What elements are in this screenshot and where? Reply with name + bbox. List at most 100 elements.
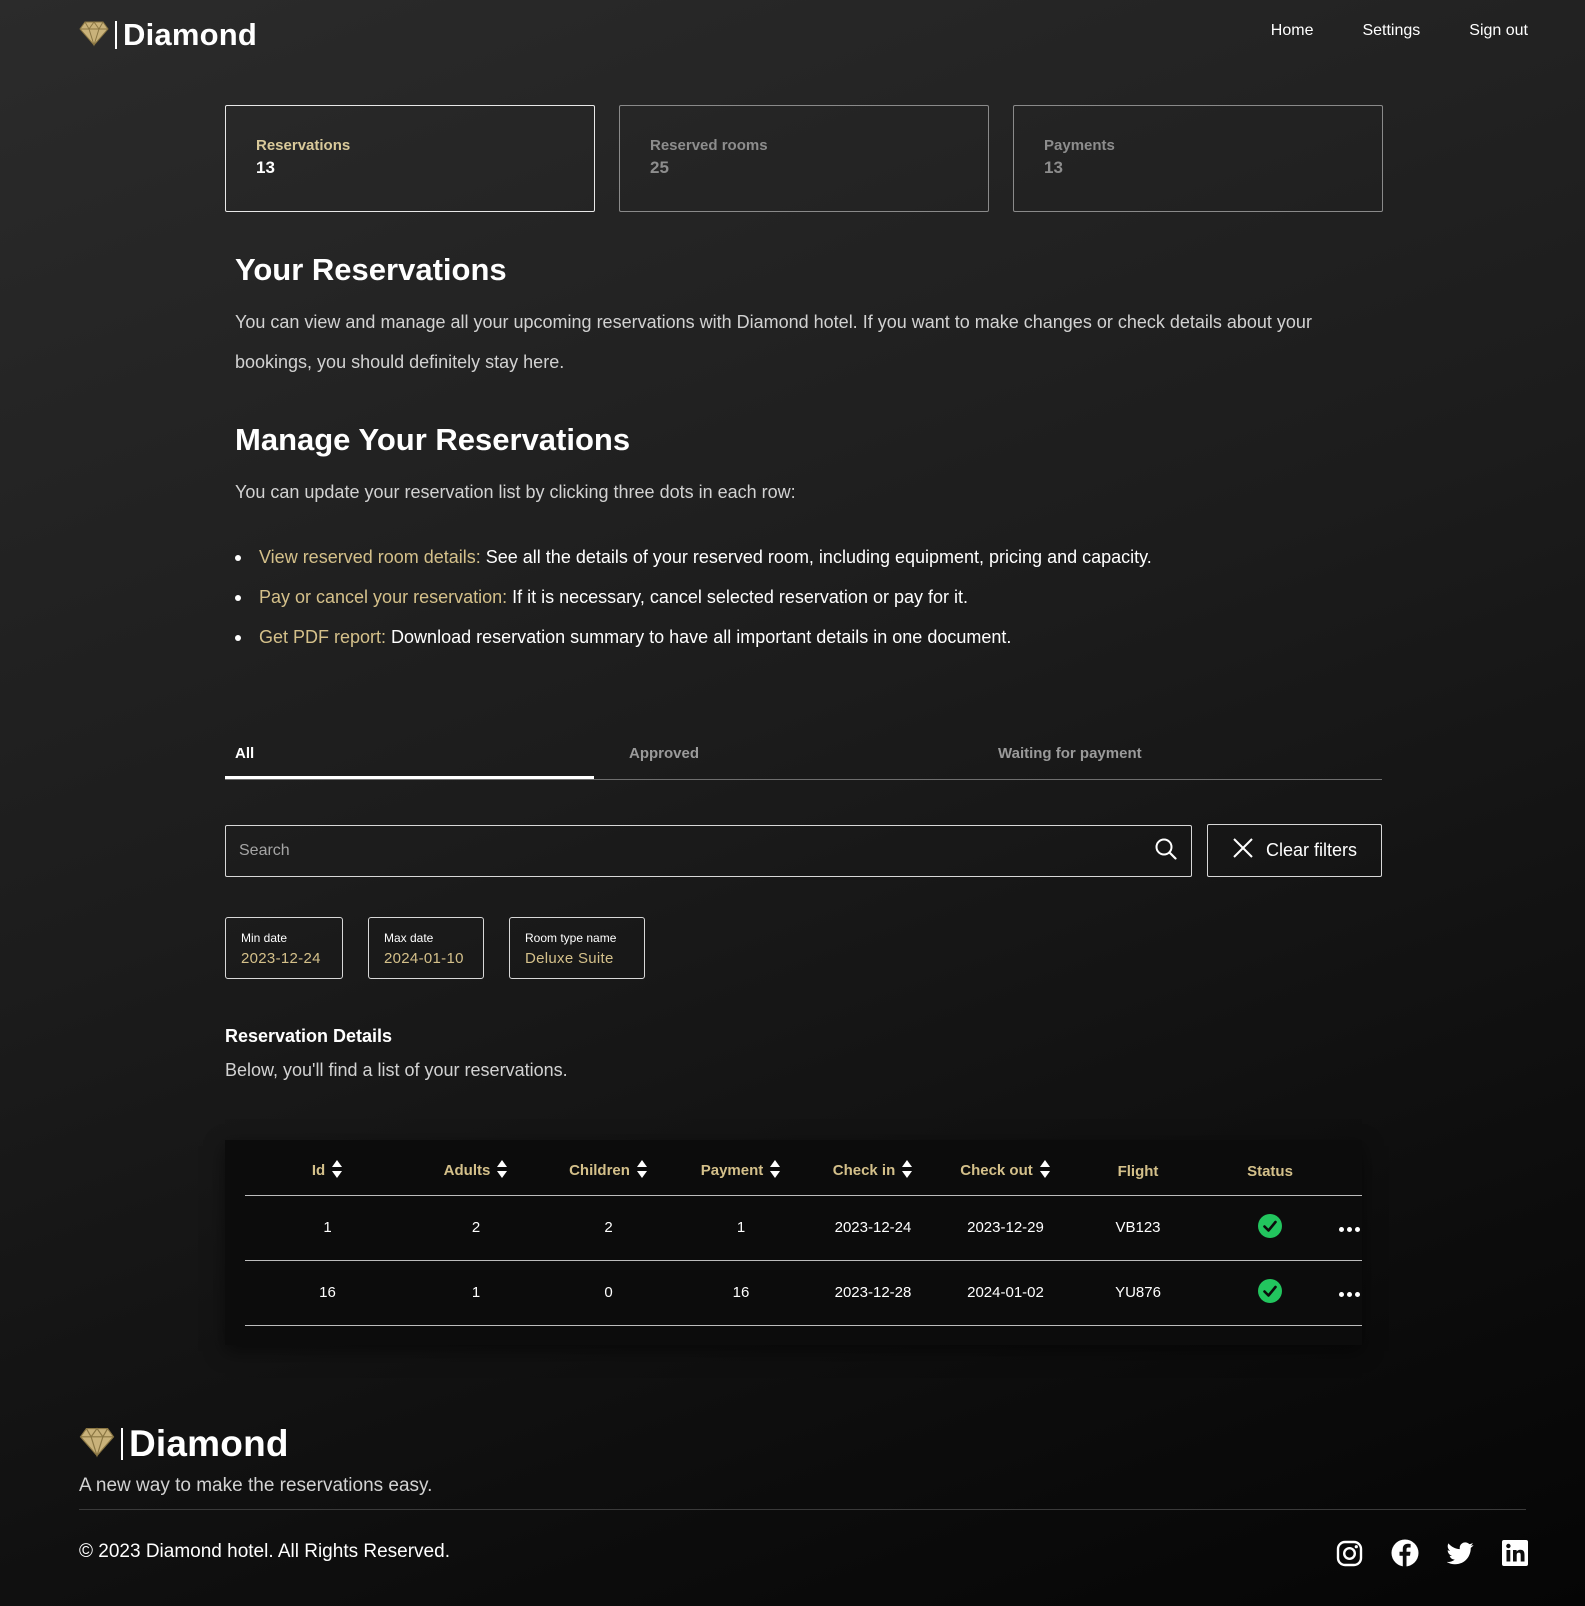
copyright: © 2023 Diamond hotel. All Rights Reserve… — [79, 1541, 450, 1562]
col-label: Children — [569, 1162, 630, 1180]
header-logo[interactable]: Diamond — [79, 17, 257, 53]
col-check-out[interactable]: Check out — [939, 1140, 1072, 1195]
manage-reservations-title: Manage Your Reservations — [235, 422, 631, 457]
cell-flight: YU876 — [1072, 1259, 1204, 1326]
more-options-icon[interactable] — [1338, 1227, 1360, 1232]
reservation-tabs: All Approved Waiting for payment — [225, 721, 1382, 780]
sort-icon[interactable] — [636, 1159, 648, 1183]
table-row[interactable]: 1 2 2 1 2023-12-24 2023-12-29 VB123 — [245, 1194, 1362, 1260]
reservation-details-title: Reservation Details — [225, 1026, 393, 1046]
diamond-logo-icon — [79, 1425, 115, 1463]
tab-waiting-for-payment[interactable]: Waiting for payment — [988, 721, 1382, 779]
table-row[interactable]: 16 1 0 16 2023-12-28 2024-01-02 YU876 — [245, 1259, 1362, 1326]
instagram-icon[interactable] — [1336, 1540, 1363, 1572]
cell-check-out: 2024-01-02 — [939, 1259, 1072, 1326]
cell-payment: 1 — [675, 1194, 807, 1260]
footer-divider — [79, 1509, 1526, 1510]
filter-label: Room type name — [525, 931, 617, 945]
col-adults[interactable]: Adults — [410, 1140, 542, 1195]
filter-chip-max-date[interactable]: Max date 2024-01-10 — [368, 917, 484, 979]
close-icon — [1232, 837, 1254, 864]
sort-icon[interactable] — [769, 1159, 781, 1183]
stat-card-reservations[interactable]: Reservations 13 — [225, 105, 595, 212]
feature-text: If it is necessary, cancel selected rese… — [507, 587, 968, 607]
cell-status — [1204, 1194, 1336, 1260]
stat-value: 13 — [1044, 158, 1063, 177]
nav-home[interactable]: Home — [1271, 22, 1314, 40]
stat-card-reserved-rooms[interactable]: Reserved rooms 25 — [619, 105, 989, 212]
brand-name: Diamond — [129, 1423, 289, 1464]
tab-all[interactable]: All — [225, 721, 594, 779]
more-options-icon[interactable] — [1338, 1292, 1360, 1297]
stat-label: Payments — [1044, 137, 1115, 154]
diamond-logo-icon — [79, 19, 109, 52]
sort-icon[interactable] — [1039, 1159, 1051, 1183]
footer-tagline: A new way to make the reservations easy. — [79, 1475, 433, 1496]
tab-approved[interactable]: Approved — [594, 721, 988, 779]
clear-filters-button[interactable]: Clear filters — [1207, 824, 1382, 877]
top-nav: Home Settings Sign out — [1271, 22, 1528, 40]
intro-text: You can view and manage all your upcomin… — [235, 312, 1312, 372]
col-label: Payment — [700, 1162, 764, 1180]
col-id[interactable]: Id — [245, 1140, 410, 1195]
filter-label: Max date — [384, 931, 434, 945]
list-item: Pay or cancel your reservation: If it is… — [234, 577, 1152, 617]
list-item: Get PDF report: Download reservation sum… — [234, 617, 1152, 657]
reservations-table: Id Adults Children Payment Check in Chec… — [245, 1140, 1362, 1326]
check-circle-icon — [1258, 1278, 1282, 1307]
col-label: Adults — [443, 1162, 491, 1180]
cell-flight: VB123 — [1072, 1194, 1204, 1260]
filter-chip-room-type[interactable]: Room type name Deluxe Suite — [509, 917, 645, 979]
cell-children: 0 — [542, 1259, 675, 1326]
sort-icon[interactable] — [496, 1159, 508, 1183]
footer-logo[interactable]: Diamond — [79, 1423, 289, 1465]
cell-status — [1204, 1259, 1336, 1326]
filter-label: Min date — [241, 931, 288, 945]
nav-sign-out[interactable]: Sign out — [1469, 22, 1528, 40]
cell-check-out: 2023-12-29 — [939, 1194, 1072, 1260]
stat-value: 25 — [650, 158, 669, 177]
col-label: Check out — [960, 1162, 1033, 1180]
filter-value: 2023-12-24 — [241, 950, 321, 967]
filter-chip-min-date[interactable]: Min date 2023-12-24 — [225, 917, 343, 979]
check-circle-icon — [1258, 1213, 1282, 1242]
cell-id: 16 — [245, 1259, 410, 1326]
stat-label: Reservations — [256, 137, 351, 154]
feature-list: View reserved room details: See all the … — [234, 537, 1152, 657]
facebook-icon[interactable] — [1391, 1539, 1419, 1572]
linkedin-icon[interactable] — [1502, 1540, 1528, 1571]
stat-card-payments[interactable]: Payments 13 — [1013, 105, 1383, 212]
reservation-details-subtitle: Below, you'll find a list of your reserv… — [225, 1060, 568, 1080]
logo-divider — [115, 21, 117, 49]
feature-text: Download reservation summary to have all… — [386, 627, 1012, 647]
feature-label: Get PDF report: — [259, 627, 387, 647]
cell-adults: 2 — [410, 1194, 542, 1260]
table-header-row: Id Adults Children Payment Check in Chec… — [245, 1140, 1362, 1195]
search-box — [225, 825, 1192, 877]
brand-name: Diamond — [123, 17, 258, 52]
feature-label: View reserved room details: — [259, 547, 481, 567]
social-links — [1336, 1539, 1528, 1572]
filter-value: Deluxe Suite — [525, 950, 614, 967]
your-reservations-title: Your Reservations — [235, 252, 507, 287]
list-item: View reserved room details: See all the … — [234, 537, 1152, 577]
nav-settings[interactable]: Settings — [1362, 22, 1420, 40]
sort-icon[interactable] — [331, 1159, 343, 1183]
col-check-in[interactable]: Check in — [807, 1140, 939, 1195]
reservations-table-card: Id Adults Children Payment Check in Chec… — [225, 1140, 1362, 1345]
sort-icon[interactable] — [901, 1159, 913, 1183]
feature-label: Pay or cancel your reservation: — [259, 587, 508, 607]
cell-actions — [1336, 1259, 1362, 1326]
twitter-icon[interactable] — [1446, 1541, 1474, 1570]
cell-check-in: 2023-12-28 — [807, 1259, 939, 1326]
cell-children: 2 — [542, 1194, 675, 1260]
col-children[interactable]: Children — [542, 1140, 675, 1195]
search-icon[interactable] — [1155, 838, 1177, 865]
cell-check-in: 2023-12-24 — [807, 1194, 939, 1260]
filter-value: 2024-01-10 — [384, 950, 464, 967]
stat-label: Reserved rooms — [650, 137, 768, 154]
col-flight: Flight — [1117, 1162, 1159, 1180]
col-payment[interactable]: Payment — [675, 1140, 807, 1195]
search-input[interactable] — [239, 842, 1119, 860]
feature-text: See all the details of your reserved roo… — [480, 547, 1152, 567]
